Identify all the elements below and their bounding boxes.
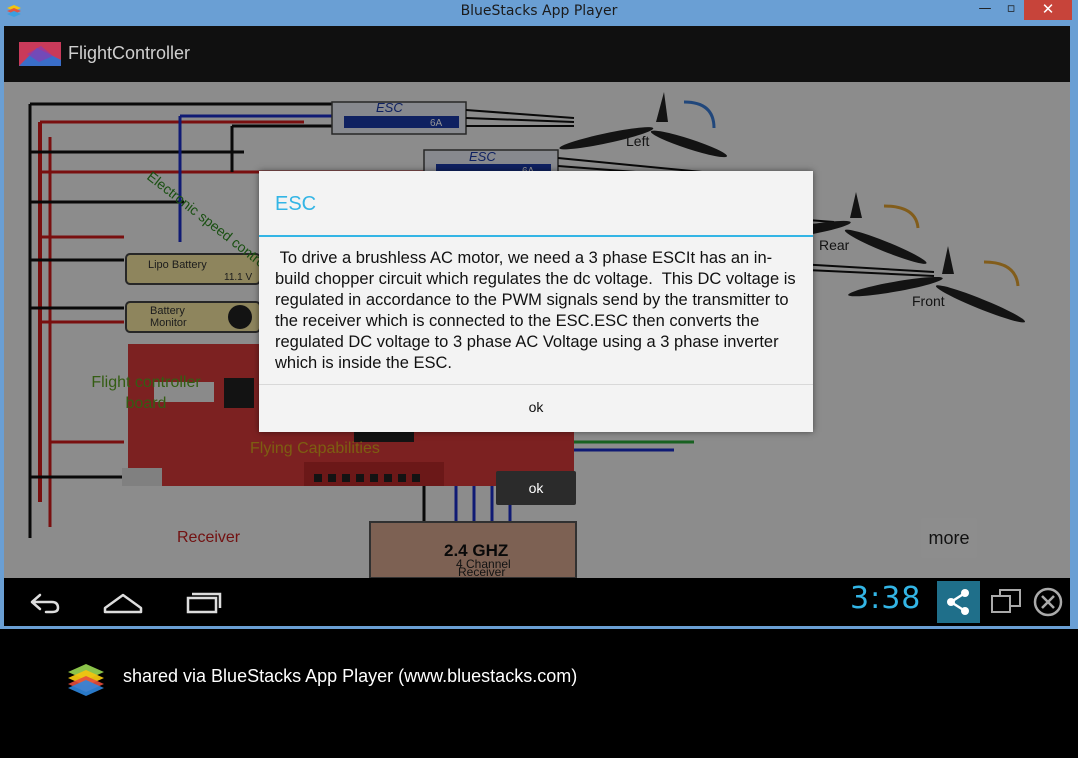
dialog-title: ESC bbox=[275, 193, 317, 215]
share-icon bbox=[947, 589, 969, 615]
dialog-ok-button[interactable]: ok bbox=[259, 385, 813, 432]
maximize-button[interactable]: ▫ bbox=[998, 0, 1024, 20]
close-app-icon[interactable] bbox=[1032, 586, 1064, 618]
esc-info-dialog: ESC To drive a brushless AC motor, we ne… bbox=[259, 171, 813, 432]
background-ok-button[interactable]: ok bbox=[496, 471, 576, 505]
app-action-bar: FlightController bbox=[4, 26, 1070, 82]
app-logo-icon[interactable] bbox=[19, 42, 61, 66]
android-nav-bar: 3:38 bbox=[4, 578, 1070, 626]
window-frame-bottom bbox=[0, 626, 1078, 629]
bluestacks-footer-logo-icon bbox=[68, 664, 104, 696]
share-button[interactable] bbox=[937, 581, 980, 623]
more-button[interactable]: more bbox=[921, 518, 977, 558]
dialog-message: To drive a brushless AC motor, we need a… bbox=[275, 249, 801, 372]
shared-via-text: shared via BlueStacks App Player (www.bl… bbox=[123, 666, 578, 686]
window-titlebar: BlueStacks App Player — ▫ ✕ bbox=[0, 0, 1078, 26]
minimize-button[interactable]: — bbox=[972, 0, 998, 20]
app-title: FlightController bbox=[68, 43, 191, 63]
screen-resize-icon[interactable] bbox=[990, 586, 1022, 618]
window-frame-right bbox=[1070, 26, 1078, 628]
clock-time: 3:38 bbox=[850, 581, 922, 616]
home-icon[interactable] bbox=[102, 586, 144, 618]
back-icon[interactable] bbox=[24, 586, 64, 618]
recent-apps-icon[interactable] bbox=[184, 586, 224, 618]
dialog-title-divider bbox=[259, 235, 813, 237]
window-close-button[interactable]: ✕ bbox=[1024, 0, 1072, 20]
window-title: BlueStacks App Player bbox=[460, 3, 618, 19]
